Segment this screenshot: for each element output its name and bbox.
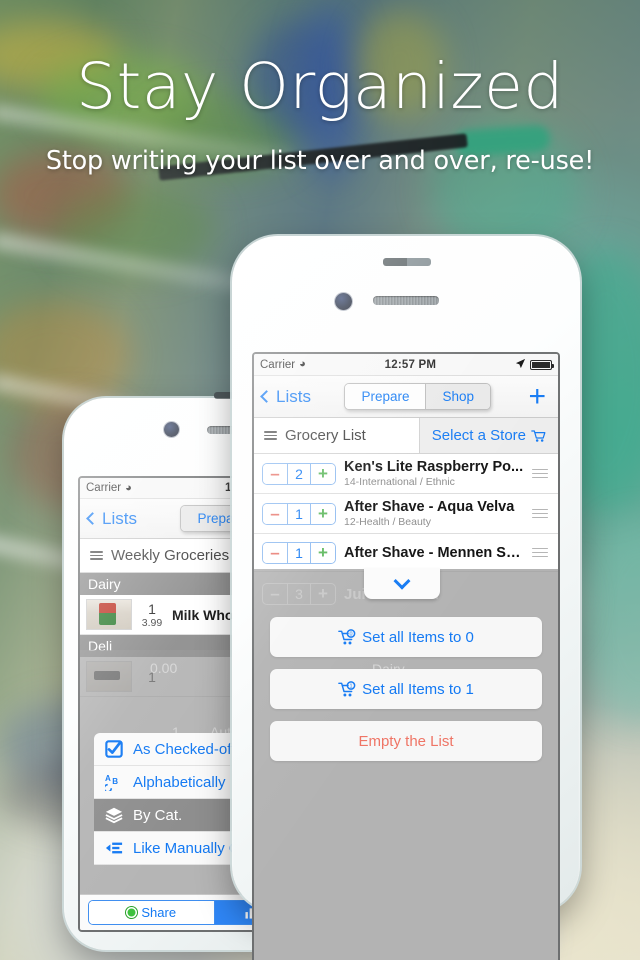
drag-handle-icon[interactable] (532, 468, 550, 479)
cart-one-icon: 1 (338, 680, 358, 698)
set-all-items-to-0-button[interactable]: 0 Set all Items to 0 (270, 617, 542, 657)
front-carrier-group: Carrier ◕ (260, 359, 306, 371)
drag-handle-icon[interactable] (532, 547, 550, 558)
empty-the-list-button[interactable]: Empty the List (270, 721, 542, 761)
dimmed-qty: 3 (287, 584, 311, 604)
proximity-sensor (383, 258, 431, 266)
milk-carton-thumbnail (86, 599, 132, 630)
front-camera (335, 293, 352, 310)
front-status-bar: Carrier ◕ 12:57 PM (254, 354, 558, 376)
sort-option-label: By Cat. (133, 806, 183, 824)
increment-button[interactable]: + (311, 503, 335, 524)
front-list-title: Grocery List (285, 427, 366, 444)
front-clock: 12:57 PM (384, 358, 437, 371)
sheet-button-label: Set all Items to 1 (362, 680, 474, 698)
svg-text:B: B (112, 777, 118, 786)
sheet-button-label: Set all Items to 0 (362, 628, 474, 646)
table-row[interactable]: – 2 + Ken's Lite Raspberry Po... 14-Inte… (254, 454, 558, 494)
row-text-block: After Shave - Aqua Velva 12-Health / Bea… (344, 499, 524, 528)
tab-shop[interactable]: Shop (425, 384, 490, 409)
back-carrier-label: Carrier (86, 482, 122, 494)
sort-option-label: As Checked-off (133, 740, 236, 758)
product-qty: 1 (148, 600, 156, 617)
item-category: 14-International / Ethnic (344, 476, 455, 488)
decrement-button[interactable]: – (263, 542, 287, 563)
back-lists-label: Lists (102, 508, 137, 528)
quantity-value: 1 (287, 542, 311, 563)
shopping-cart-icon (531, 429, 546, 443)
chevron-left-icon (86, 512, 99, 525)
front-lists-button[interactable]: Lists (260, 386, 311, 407)
earpiece-speaker (373, 296, 439, 305)
front-nav-bar: Lists Prepare Shop + (254, 376, 558, 418)
svg-text:0: 0 (350, 631, 353, 637)
hero-subtitle: Stop writing your list over and over, re… (45, 146, 595, 177)
front-list-header: Grocery List Select a Store (254, 418, 558, 454)
svg-text:A: A (105, 774, 111, 783)
select-a-store-button[interactable]: Select a Store (418, 418, 558, 453)
sort-option-label: Alphabetically (133, 773, 226, 791)
tab-prepare[interactable]: Prepare (345, 384, 426, 409)
action-sheet-dim-overlay[interactable]: – 3 + Juices Welch Dairy (254, 568, 558, 960)
cart-zero-icon: 0 (338, 628, 358, 646)
chevron-left-icon (260, 390, 273, 403)
location-arrow-icon (515, 358, 526, 372)
item-name: After Shave - Mennen Sk... (344, 544, 524, 561)
front-status-right (515, 358, 554, 372)
wifi-icon: ◕ (125, 481, 132, 494)
item-name: After Shave - Aqua Velva (344, 499, 515, 515)
front-carrier-label: Carrier (260, 358, 296, 371)
table-row[interactable]: – 1 + After Shave - Mennen Sk... (254, 534, 558, 572)
layers-icon (104, 805, 124, 825)
front-phone-device: Carrier ◕ 12:57 PM Lists Prepare Shop + … (232, 236, 580, 960)
alphabetical-sort-icon: AB (104, 772, 124, 792)
back-share-button[interactable]: Share (89, 901, 214, 924)
item-category: 12-Health / Beauty (344, 516, 431, 528)
table-row[interactable]: – 1 + After Shave - Aqua Velva 12-Health… (254, 494, 558, 534)
back-lists-button[interactable]: Lists (86, 508, 137, 529)
front-lists-label: Lists (276, 386, 311, 406)
collapse-sheet-handle[interactable] (364, 568, 440, 599)
quantity-stepper[interactable]: – 1 + (262, 541, 336, 564)
svg-text:1: 1 (350, 683, 353, 689)
front-camera (164, 422, 179, 437)
front-list-title-group[interactable]: Grocery List (254, 418, 419, 453)
qty-column: 1 3.99 (139, 601, 165, 629)
set-all-items-to-1-button[interactable]: 1 Set all Items to 1 (270, 669, 542, 709)
item-name: Ken's Lite Raspberry Po... (344, 459, 524, 475)
increment-button[interactable]: + (311, 542, 335, 563)
sheet-button-label: Empty the List (358, 732, 454, 750)
green-dot-icon (126, 907, 138, 918)
quantity-stepper[interactable]: – 2 + (262, 462, 336, 485)
product-price: 3.99 (141, 616, 163, 629)
back-carrier-group: Carrier ◕ (86, 482, 132, 494)
row-text-block: After Shave - Mennen Sk... (344, 545, 524, 561)
checkbox-checked-icon (104, 739, 124, 759)
battery-full-icon (530, 359, 554, 370)
list-lines-icon (264, 430, 277, 441)
list-lines-icon (90, 550, 103, 561)
hero-text-block: Stay Organized Stop writing your list ov… (0, 50, 640, 177)
back-share-label: Share (141, 905, 177, 920)
quantity-stepper[interactable]: – 1 + (262, 502, 336, 525)
front-phone-screen: Carrier ◕ 12:57 PM Lists Prepare Shop + … (254, 354, 558, 960)
back-list-title: Weekly Groceries (111, 547, 230, 564)
wifi-icon: ◕ (299, 358, 306, 370)
decrement-button[interactable]: – (263, 503, 287, 524)
hero-title: Stay Organized (76, 50, 564, 123)
manual-order-icon (104, 838, 124, 858)
dimmed-total: 0.00 (150, 660, 178, 676)
quantity-value: 1 (287, 503, 311, 524)
front-segmented-control[interactable]: Prepare Shop (344, 383, 491, 410)
row-text-block: Ken's Lite Raspberry Po... 14-Internatio… (344, 459, 524, 488)
decrement-button[interactable]: – (263, 463, 287, 484)
increment-button[interactable]: + (311, 463, 335, 484)
select-store-label: Select a Store (431, 427, 526, 444)
drag-handle-icon[interactable] (532, 508, 550, 519)
screenshot-root: Stay Organized Stop writing your list ov… (0, 0, 640, 960)
chevron-down-icon (393, 572, 411, 590)
add-item-button[interactable]: + (524, 381, 550, 412)
quantity-value: 2 (287, 463, 311, 484)
